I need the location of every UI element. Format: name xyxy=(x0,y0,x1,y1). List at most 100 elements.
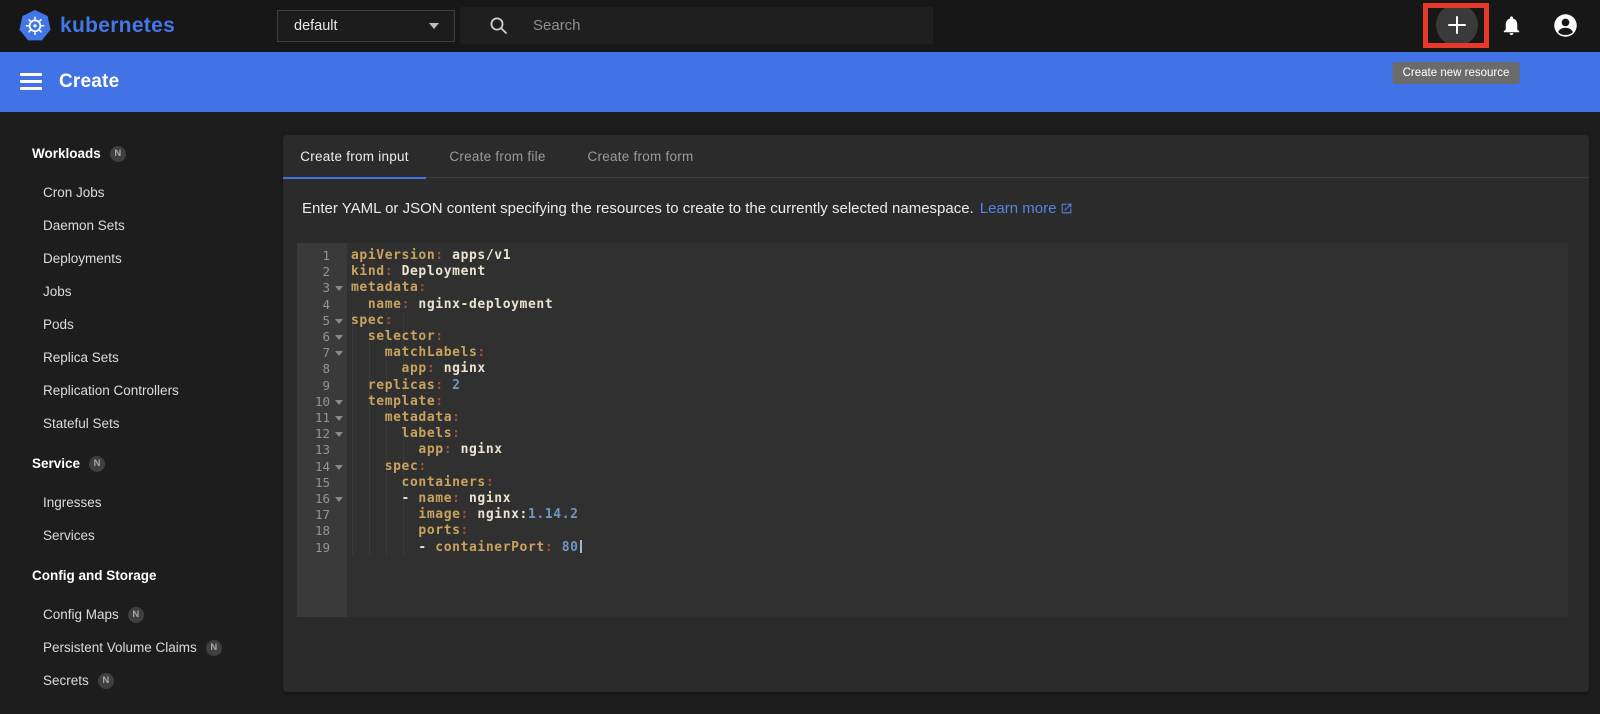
code-line: name: nginx-deployment xyxy=(351,296,554,312)
sidebar-item-persistent-volume-claims[interactable]: Persistent Volume Claims N xyxy=(43,638,222,658)
top-bar: kubernetes default xyxy=(0,0,1600,52)
indent-guide xyxy=(386,311,387,555)
namespace-select[interactable]: default xyxy=(277,10,455,42)
line-number: 4 xyxy=(322,296,330,312)
code-line: - name: nginx xyxy=(351,491,512,506)
sidebar-item-replica-sets[interactable]: Replica Sets xyxy=(43,348,119,368)
line-number: 17 xyxy=(314,507,330,523)
sidebar-nav: Workloads N Cron Jobs Daemon Sets Deployment… xyxy=(0,112,283,714)
code-line: app: nginx xyxy=(351,442,503,458)
account-button[interactable] xyxy=(1544,4,1586,46)
code-line: kind: Deployment xyxy=(351,264,486,280)
yaml-editor[interactable]: 1 2 3 4 5 6 7 8 9 10 11 12 13 14 15 16 17 18 19 apiVersion… xyxy=(297,243,1568,617)
fold-arrow-icon xyxy=(335,464,343,470)
fold-arrow-icon xyxy=(335,432,343,438)
fold-arrow-icon xyxy=(335,351,343,357)
line-number: 15 xyxy=(314,474,330,490)
indent-guide xyxy=(352,311,353,555)
code-line: metadata: xyxy=(351,280,427,296)
tab-create-from-form[interactable]: Create from form xyxy=(569,135,712,178)
line-number[interactable]: 3 xyxy=(297,279,347,296)
tooltip-create-new-resource: Create new resource xyxy=(1392,62,1520,84)
sidebar-item-replication-controllers[interactable]: Replication Controllers xyxy=(43,381,179,401)
search-input[interactable] xyxy=(533,17,933,34)
fold-arrow-icon xyxy=(335,399,343,405)
menu-icon[interactable] xyxy=(20,73,42,91)
badge-n: N xyxy=(97,673,114,689)
sidebar-item-ingresses[interactable]: Ingresses xyxy=(43,493,102,513)
code-line: matchLabels: xyxy=(351,345,486,361)
namespace-value: default xyxy=(294,18,338,34)
kubernetes-dashboard: kubernetes default Search Create Create … xyxy=(0,0,1600,714)
sidebar-item-pods[interactable]: Pods xyxy=(43,315,74,335)
line-number: 19 xyxy=(314,539,330,555)
search-box[interactable] xyxy=(460,7,933,44)
sidebar-item-jobs[interactable]: Jobs xyxy=(43,282,72,302)
sidebar-item-secrets[interactable]: Secrets N xyxy=(43,671,114,691)
create-new-resource-button[interactable] xyxy=(1436,4,1478,46)
badge-n: N xyxy=(127,607,144,623)
sidebar-item-daemon-sets[interactable]: Daemon Sets xyxy=(43,216,125,236)
open-in-new-icon xyxy=(1062,203,1072,214)
sidebar-item-config-maps[interactable]: Config Maps N xyxy=(43,605,144,625)
indent-guide xyxy=(369,311,370,555)
fold-arrow-icon xyxy=(335,497,343,502)
code-line: replicas: 2 xyxy=(351,377,461,393)
editor-gutter: 1 2 3 4 5 6 7 8 9 10 11 12 13 14 15 16 17 18 19 xyxy=(297,243,347,617)
app-bar: Create xyxy=(0,52,1600,112)
line-number[interactable]: 12 xyxy=(297,425,347,442)
bell-icon xyxy=(1503,15,1519,35)
line-number: 13 xyxy=(314,442,330,458)
sidebar-item-stateful-sets[interactable]: Stateful Sets xyxy=(43,414,120,434)
create-card: Create from input Create from file Create … xyxy=(283,135,1589,692)
code-line: apiVersion: apps/v1 xyxy=(351,248,512,263)
code-line: template: xyxy=(351,393,444,409)
badge-n: N xyxy=(109,146,126,162)
sidebar-item-cron-jobs[interactable]: Cron Jobs xyxy=(43,183,105,203)
page-title: Create xyxy=(59,71,120,92)
line-number[interactable]: 14 xyxy=(297,458,347,475)
line-number: 8 xyxy=(322,361,330,377)
badge-n: N xyxy=(89,456,106,472)
code-line: spec: xyxy=(351,458,427,474)
fold-arrow-icon xyxy=(335,318,343,324)
line-number: 1 xyxy=(322,248,330,263)
line-number[interactable]: 10 xyxy=(297,393,347,410)
fold-arrow-icon xyxy=(335,286,343,292)
search-icon xyxy=(490,17,507,34)
code-line: labels: xyxy=(351,426,461,442)
plus-icon xyxy=(1448,16,1466,34)
fold-arrow-icon xyxy=(335,335,343,340)
account-circle-icon xyxy=(1553,13,1577,37)
code-line: app: nginx xyxy=(351,361,486,377)
tab-create-from-file[interactable]: Create from file xyxy=(426,135,569,178)
code-line: containers: xyxy=(351,474,495,490)
code-line: metadata: xyxy=(351,410,461,425)
line-number: 2 xyxy=(322,264,330,280)
line-number: 9 xyxy=(322,377,330,393)
sidebar-group-workloads[interactable]: Workloads N xyxy=(32,144,126,164)
sidebar-group-service[interactable]: Service N xyxy=(32,454,106,474)
line-number: 18 xyxy=(314,523,330,539)
brand-title[interactable]: kubernetes xyxy=(60,0,175,52)
text-cursor xyxy=(579,539,582,553)
badge-n: N xyxy=(205,640,222,656)
chevron-down-icon xyxy=(429,23,439,29)
sidebar-group-config-and-storage[interactable]: Config and Storage xyxy=(32,566,157,586)
line-number[interactable]: 5 xyxy=(297,312,347,329)
description-text: Enter YAML or JSON content specifying th… xyxy=(302,200,1073,217)
sidebar-item-deployments[interactable]: Deployments xyxy=(43,249,122,269)
line-number[interactable]: 6 xyxy=(297,328,347,345)
indent-guide xyxy=(403,311,404,555)
notifications-button[interactable] xyxy=(1490,4,1532,46)
tab-create-from-input[interactable]: Create from input xyxy=(283,135,426,179)
code-line: selector: xyxy=(351,329,444,344)
learn-more-link[interactable]: Learn more xyxy=(980,200,1074,217)
tab-bar: Create from input Create from file Create … xyxy=(283,135,1589,179)
line-number[interactable]: 11 xyxy=(297,409,347,426)
kubernetes-logo-icon[interactable] xyxy=(18,9,52,43)
line-number[interactable]: 16 xyxy=(297,490,347,507)
fold-arrow-icon xyxy=(335,416,343,421)
line-number[interactable]: 7 xyxy=(297,344,347,361)
sidebar-item-services[interactable]: Services xyxy=(43,526,95,546)
